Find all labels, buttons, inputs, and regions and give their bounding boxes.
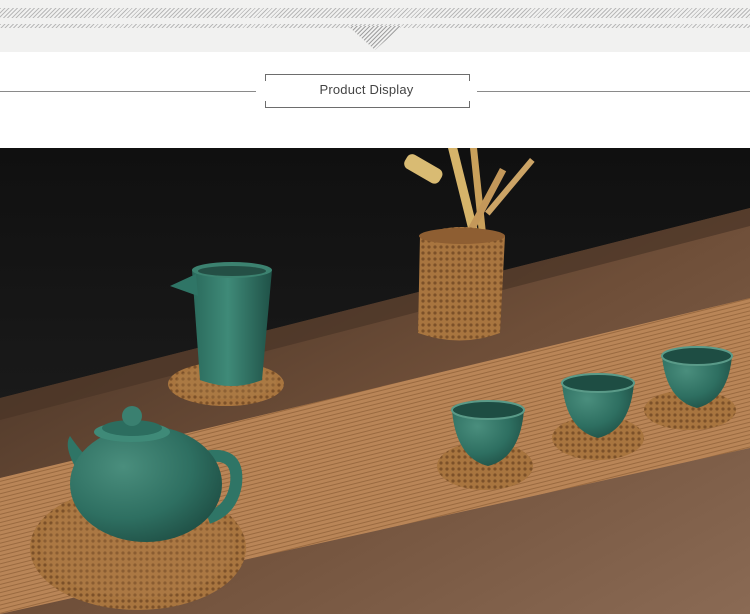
tea-set-photo xyxy=(0,148,750,614)
section-title: Product Display xyxy=(0,72,750,110)
title-frame: Product Display xyxy=(265,74,470,108)
divider-right xyxy=(477,91,750,92)
page-title: Product Display xyxy=(319,82,414,97)
product-photo xyxy=(0,148,750,614)
header-band xyxy=(0,0,750,52)
decorative-stripe xyxy=(0,8,750,18)
chevron-down-icon xyxy=(348,26,402,50)
divider-left xyxy=(0,91,256,92)
